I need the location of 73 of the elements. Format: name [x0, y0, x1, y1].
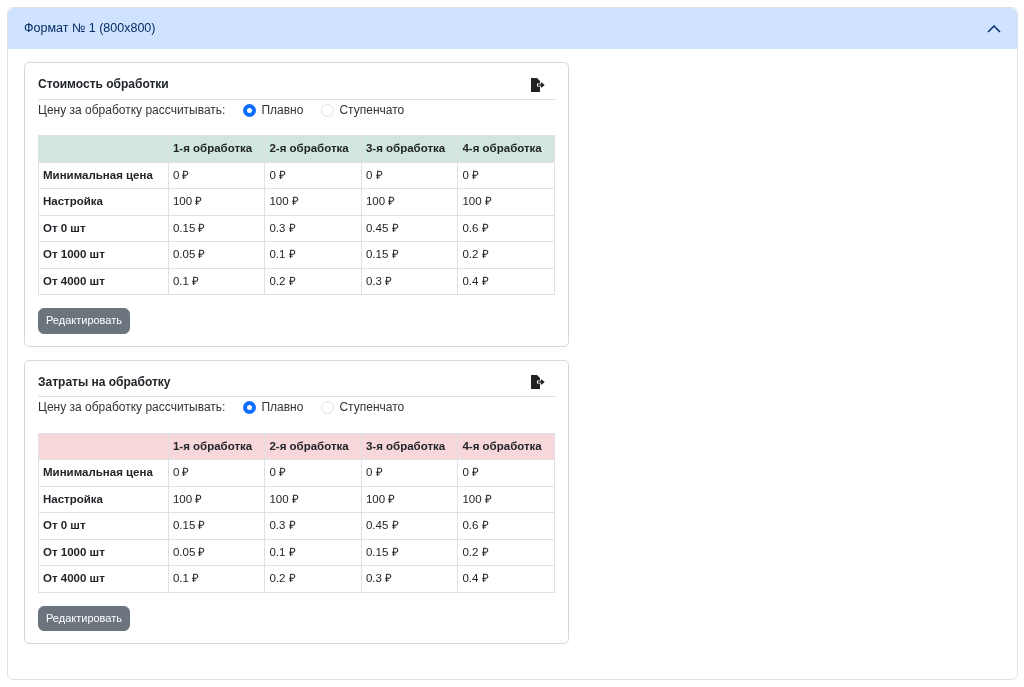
table-cell: 0.1 ₽: [264, 241, 362, 269]
table-cell: 0.3 ₽: [264, 512, 362, 540]
file-export-icon[interactable]: [530, 77, 545, 92]
table-cell: 0.3 ₽: [361, 268, 458, 295]
column-header: 2-я обработка: [264, 433, 362, 460]
accordion-header[interactable]: Формат № 1 (800x800): [8, 8, 1017, 49]
table-cell: 0 ₽: [264, 459, 362, 487]
table-cell: 0.6 ₽: [457, 215, 555, 242]
table-cell: 0.45 ₽: [361, 512, 458, 540]
mode-label: Цену за обработку рассчитывать:: [38, 102, 226, 119]
table-cell: 0.15 ₽: [168, 512, 265, 540]
row-header: От 0 шт: [38, 512, 169, 540]
table-cell: 0.45 ₽: [361, 215, 458, 242]
table-cell: 0.15 ₽: [361, 241, 458, 269]
radio-option[interactable]: Плавно: [243, 400, 304, 416]
column-header: 2-я обработка: [264, 135, 362, 163]
table-cell: 0 ₽: [361, 162, 458, 189]
table-cell: 0.05 ₽: [168, 241, 265, 269]
row-header: Настройка: [38, 486, 169, 513]
table-cell: 0.3 ₽: [264, 215, 362, 242]
table-cell: 0.1 ₽: [264, 539, 362, 566]
row-header: Настройка: [38, 188, 169, 216]
table-cell: 0.4 ₽: [457, 268, 555, 295]
column-header: 4-я обработка: [457, 135, 555, 163]
table-cell: 0 ₽: [168, 162, 265, 189]
table-cell: 0 ₽: [168, 459, 265, 487]
panel-title: Стоимость обработки: [38, 77, 169, 93]
column-header: 1-я обработка: [168, 135, 265, 163]
table-cell: 100 ₽: [264, 486, 362, 513]
file-export-icon[interactable]: [530, 375, 545, 390]
table-cell: 0.2 ₽: [264, 565, 362, 593]
edit-button[interactable]: Редактировать: [38, 308, 130, 334]
panel-title: Затраты на обработку: [38, 374, 171, 391]
table-cell: 100 ₽: [264, 188, 362, 216]
table-cell: 100 ₽: [457, 188, 555, 216]
table-cell: 0 ₽: [361, 459, 458, 487]
row-header: Минимальная цена: [38, 459, 169, 487]
table-cell: 0.1 ₽: [168, 565, 265, 593]
row-header: От 4000 шт: [38, 268, 169, 295]
radio-option[interactable]: Плавно: [243, 102, 304, 119]
table-cell: 0.4 ₽: [457, 565, 555, 593]
column-header: 4-я обработка: [457, 433, 555, 460]
table-cell: 0.6 ₽: [457, 512, 555, 540]
table-cell: 100 ₽: [361, 486, 458, 513]
mode-label: Цену за обработку рассчитывать:: [38, 400, 226, 416]
table-cell: 0.2 ₽: [264, 268, 362, 295]
row-header: От 1000 шт: [38, 539, 169, 566]
column-header: 1-я обработка: [168, 433, 265, 460]
table-cell: 0.1 ₽: [168, 268, 265, 295]
table-cell: 100 ₽: [168, 188, 265, 216]
table-cell: 100 ₽: [361, 188, 458, 216]
row-header: Минимальная цена: [38, 162, 169, 189]
radio-option[interactable]: Ступенчато: [321, 400, 405, 416]
table-cell: 0 ₽: [457, 459, 555, 487]
table-cell: 0 ₽: [264, 162, 362, 189]
table-cell: 0.2 ₽: [457, 539, 555, 566]
column-header: 3-я обработка: [361, 433, 458, 460]
table-cell: 100 ₽: [168, 486, 265, 513]
table-cell: 0.15 ₽: [361, 539, 458, 566]
table-cell: 0.15 ₽: [168, 215, 265, 242]
table-cell: 0.2 ₽: [457, 241, 555, 269]
table-cell: 0 ₽: [457, 162, 555, 189]
chevron-icon: [987, 24, 1001, 33]
accordion-title: Формат № 1 (800x800): [24, 20, 156, 38]
column-header: 3-я обработка: [361, 135, 458, 163]
row-header: От 1000 шт: [38, 241, 169, 269]
table-cell: 100 ₽: [457, 486, 555, 513]
radio-option[interactable]: Ступенчато: [321, 102, 405, 119]
edit-button[interactable]: Редактировать: [38, 605, 130, 632]
table-cell: 0.05 ₽: [168, 539, 265, 566]
row-header: От 4000 шт: [38, 565, 169, 593]
table-cell: 0.3 ₽: [361, 565, 458, 593]
row-header: От 0 шт: [38, 215, 169, 242]
